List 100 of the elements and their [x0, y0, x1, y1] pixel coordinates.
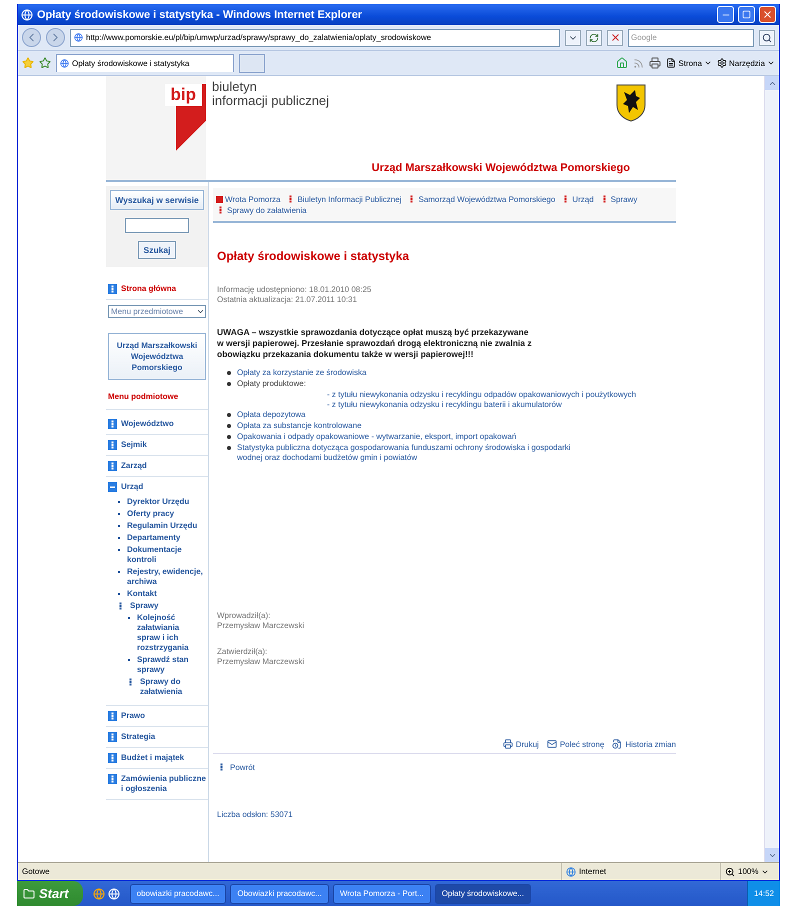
action-link[interactable]: Historia zmian — [612, 739, 676, 749]
home-link[interactable]: Strona główna — [121, 284, 176, 294]
menu-link[interactable]: Oferty pracy — [127, 509, 174, 519]
search-button[interactable] — [759, 30, 775, 46]
breadcrumb-link[interactable]: Urząd — [561, 194, 594, 204]
search-field[interactable]: Google — [628, 28, 754, 46]
document-icon — [612, 739, 622, 749]
institution-name: Urząd Marszałkowski Województwa Pomorskiego — [372, 162, 630, 174]
stop-icon — [610, 32, 620, 43]
expand-icon[interactable] — [108, 461, 117, 471]
menu-link[interactable]: Województwo — [121, 419, 174, 429]
content-link[interactable]: Opakowania i odpady opakowaniowe - wytwarzanie, eksport, import opakowań — [237, 432, 516, 442]
feed-icon[interactable] — [633, 58, 644, 68]
menu-link[interactable]: Departamenty — [127, 533, 180, 543]
bullet-icon — [227, 413, 231, 417]
search-button[interactable]: Szukaj — [138, 241, 176, 259]
gear-icon — [716, 58, 727, 68]
collapse-icon[interactable] — [108, 482, 117, 492]
menu-link[interactable]: Zarząd — [121, 461, 147, 471]
close-button[interactable] — [759, 6, 776, 23]
menu-link[interactable]: Budżet i majątek — [121, 753, 184, 763]
expand-icon[interactable] — [108, 753, 117, 763]
back-link[interactable]: Powrót — [217, 762, 255, 772]
taskbar-button[interactable]: Wrota Pomorza - Port... — [332, 884, 431, 904]
action-link[interactable]: Drukuj — [502, 739, 539, 749]
minimize-button[interactable] — [717, 6, 734, 23]
menu-link[interactable]: Dokumentacje kontroli — [127, 545, 206, 565]
browser-tab[interactable]: Opłaty środowiskowe i statystyka — [56, 54, 234, 72]
zoom-icon — [725, 866, 735, 876]
breadcrumb-link[interactable]: Biuletyn Informacji Publicznej — [286, 194, 402, 204]
home-icon[interactable] — [616, 57, 628, 69]
menu-link[interactable]: Urząd — [121, 482, 144, 492]
envelope-icon — [546, 739, 557, 749]
stop-button[interactable] — [607, 30, 623, 46]
caret-icon — [704, 59, 712, 67]
square-icon — [216, 196, 223, 202]
taskbar-button[interactable]: Opłaty środowiskowe... — [434, 884, 531, 904]
site-search-field[interactable] — [125, 218, 189, 233]
breadcrumb-link[interactable]: Sprawy do załatwienia — [216, 205, 307, 215]
menu-link[interactable]: Regulamin Urzędu — [127, 521, 198, 531]
scroll-down-button[interactable] — [765, 848, 779, 862]
menu-link[interactable]: Zamówienia publiczne i ogłoszenia — [121, 774, 206, 794]
bip-logo: bip — [106, 76, 206, 180]
back-button[interactable] — [22, 28, 41, 47]
bullet-icon — [227, 435, 231, 439]
bullet-icon — [227, 382, 231, 386]
zoom-level[interactable]: 100% — [720, 863, 779, 880]
expand-icon[interactable] — [108, 711, 117, 721]
menu-link[interactable]: Prawo — [121, 711, 146, 721]
content-link[interactable]: Opłata za substancje kontrolowane — [237, 421, 362, 431]
page-icon — [666, 58, 676, 68]
menu-link[interactable]: Rejestry, ewidencje, archiwa — [127, 567, 206, 587]
menu-link[interactable]: Sprawy do załatwienia — [140, 677, 204, 697]
menu-link[interactable]: Sprawy — [130, 601, 158, 611]
globe-icon — [74, 33, 83, 42]
content-link[interactable]: Statystyka publiczna dotycząca gospodarowania funduszami ochrony środowiska i gospodarki wodnej oraz dochodami budżetów gmin i powiatów — [237, 443, 577, 463]
maximize-button[interactable] — [738, 6, 755, 23]
expand-icon[interactable] — [108, 440, 117, 450]
refresh-button[interactable] — [586, 30, 602, 46]
expand-icon[interactable] — [108, 774, 117, 784]
menu-link[interactable]: Kolejność załatwiania spraw i ich rozstrzygania — [137, 613, 204, 653]
menu-link[interactable]: Dyrektor Urzędu — [127, 497, 190, 507]
start-button[interactable]: Start — [17, 881, 83, 906]
menu-heading: Menu podmiotowe — [106, 386, 208, 410]
expand-icon[interactable] — [108, 419, 117, 429]
browser-icon[interactable] — [92, 888, 105, 900]
globe-icon — [566, 866, 576, 876]
command-menu[interactable]: Strona — [666, 58, 712, 68]
favorites-star-icon[interactable] — [22, 57, 34, 69]
command-menu[interactable]: Narzędzia — [716, 58, 775, 68]
dropdown-button[interactable] — [565, 30, 581, 46]
taskbar-button[interactable]: Obowiazki pracodawc... — [230, 884, 329, 904]
expand-icon[interactable] — [108, 732, 117, 742]
search-heading: Wyszukaj w serwisie — [110, 190, 204, 210]
forward-button[interactable] — [46, 28, 65, 47]
menu-link[interactable]: Sprawdź stan sprawy — [137, 655, 204, 675]
content-link[interactable]: Opłaty za korzystanie ze środowiska — [237, 368, 366, 378]
menu-link[interactable]: Sejmik — [121, 440, 147, 450]
action-link[interactable]: Poleć stronę — [546, 739, 604, 749]
author-label: Wprowadził(a): — [217, 611, 270, 621]
content-link[interactable]: - z tytułu niewykonania odzysku i recyklingu odpadów opakowaniowych i poużytkowych — [327, 390, 636, 399]
author-name: Przemysław Marczewski — [217, 621, 304, 631]
scroll-up-button[interactable] — [765, 76, 779, 90]
close-icon — [762, 9, 773, 20]
content-link[interactable]: Opłata depozytowa — [237, 410, 306, 420]
breadcrumb-link[interactable]: Samorząd Województwa Pomorskiego — [407, 194, 556, 204]
logo-text: biuletyn informacji publicznej — [212, 80, 330, 108]
clock: 14:52 — [754, 889, 774, 898]
menu-link[interactable]: Kontakt — [127, 589, 157, 599]
breadcrumb-link[interactable]: Sprawy — [600, 194, 638, 204]
printer-icon — [502, 739, 513, 749]
print-icon[interactable] — [649, 57, 662, 69]
institution-link[interactable]: Urząd Marszałkowski Województwa Pomorskiego — [108, 333, 206, 380]
menu-link[interactable]: Strategia — [121, 732, 156, 742]
subject-menu-select[interactable]: Menu przedmiotowe — [108, 305, 206, 318]
add-favorite-icon[interactable] — [39, 57, 51, 69]
breadcrumb-link[interactable]: Wrota Pomorza — [216, 194, 280, 204]
address-field[interactable]: http://www.pomorskie.eu/pl/bip/umwp/urzad/sprawy/sprawy_do_zalatwienia/oplaty_srodowiskowe — [70, 28, 560, 46]
content-link[interactable]: - z tytułu niewykonania odzysku i recyklingu baterii i akumulatorów — [327, 400, 562, 409]
taskbar-button[interactable]: obowiazki pracodawc... — [130, 884, 226, 904]
